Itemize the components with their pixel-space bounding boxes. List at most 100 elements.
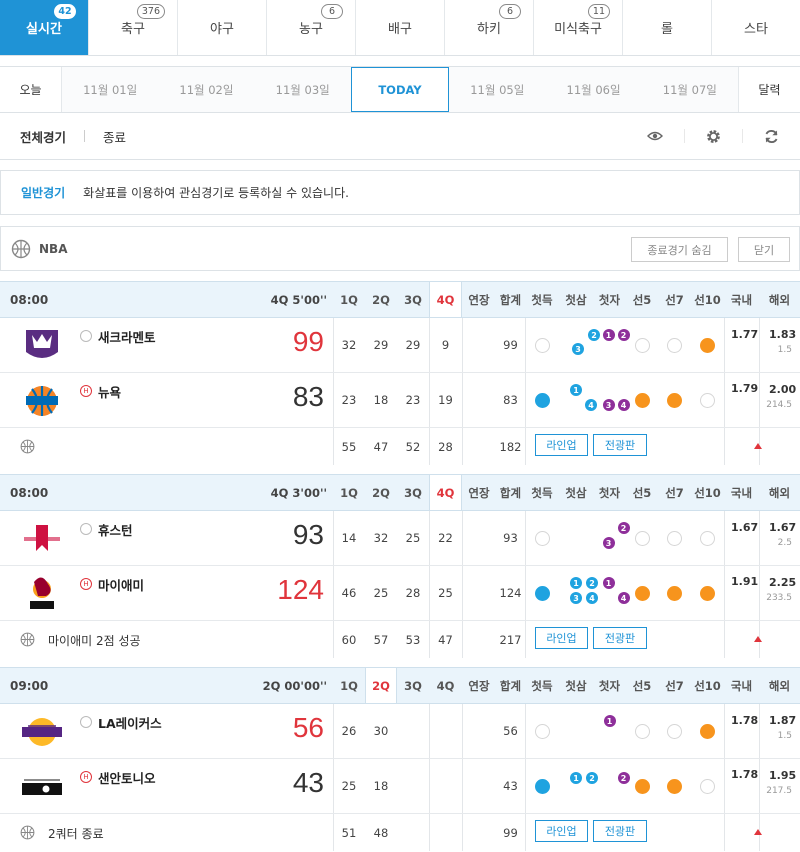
game-block: 09:00 2Q 00'00'' 1Q 2Q 3Q 4Q 연장 합계 첫득 첫삼 첫자 선5 선7 선10…: [0, 667, 800, 851]
column-header: 첫자: [598, 292, 621, 307]
close-league-button[interactable]: 닫기: [738, 237, 790, 262]
result-dot: [534, 337, 550, 353]
date-today-button[interactable]: 오늘: [0, 67, 62, 112]
tab-volleyball[interactable]: 배구: [356, 0, 445, 55]
expand-arrow-icon[interactable]: [754, 829, 762, 835]
cell-divider: [525, 759, 526, 813]
column-header: 2Q: [372, 292, 390, 307]
broadcast-button[interactable]: 전광판: [593, 820, 647, 842]
quarter-sum: 48: [373, 825, 389, 840]
result-dot: [534, 392, 550, 408]
home-away-mark: [80, 330, 92, 342]
tab-baseball[interactable]: 야구: [178, 0, 267, 55]
quarter-score: 26: [341, 724, 357, 738]
game-block: 08:00 4Q 3'00'' 1Q 2Q 3Q 4Q 연장 합계 첫득 첫삼 첫자 선5 선7 선10 국…: [0, 474, 800, 658]
broadcast-button[interactable]: 전광판: [593, 627, 647, 649]
column-header: 해외: [768, 292, 791, 307]
overseas-odds: 1.95: [769, 769, 797, 782]
overtime-score: [462, 759, 496, 813]
quarter-score: 14: [341, 531, 357, 545]
quarter-score: 22: [438, 531, 453, 545]
quarter-score: 25: [373, 586, 389, 600]
quarter-score: 25: [438, 586, 453, 600]
quarter-score: 29: [405, 338, 421, 352]
home-away-mark: H: [80, 578, 92, 590]
column-header: 1Q: [340, 292, 358, 307]
order-badge: 3: [570, 592, 582, 604]
lineup-button[interactable]: 라인업: [535, 820, 588, 842]
result-dot: [667, 778, 682, 794]
game-header-row: 08:00 4Q 5'00'' 1Q 2Q 3Q 4Q 연장 합계 첫득 첫삼 첫자 선5 선7 선10 국…: [0, 282, 800, 318]
column-header: 첫삼: [565, 485, 587, 500]
cell-divider: [759, 566, 760, 620]
quarter-sum: 47: [438, 632, 453, 647]
gear-icon[interactable]: [684, 129, 742, 143]
quarter-score: 23: [341, 393, 357, 407]
game-footer-row: 마이애미 2점 성공 60 57 53 47 217 라인업 전광판: [0, 621, 800, 658]
expand-arrow-icon[interactable]: [754, 443, 762, 449]
game-time: 08:00: [10, 486, 49, 500]
calendar-button[interactable]: 달력: [737, 67, 800, 112]
quarter-sum: [429, 814, 462, 851]
lineup-button[interactable]: 라인업: [535, 627, 588, 649]
team-row[interactable]: H 샌안토니오 43 25 18 43 1 2 2 1.78 1.95 217.5: [0, 759, 800, 814]
overtime-score: [462, 704, 496, 758]
expand-arrow-icon[interactable]: [754, 636, 762, 642]
tab-live[interactable]: 실시간 42: [0, 0, 89, 55]
date-item-today[interactable]: TODAY: [350, 67, 450, 112]
tab-starcraft[interactable]: 스타: [712, 0, 800, 55]
tab-football[interactable]: 미식축구 11: [534, 0, 623, 55]
eye-icon[interactable]: [626, 129, 684, 143]
date-item[interactable]: 11월 02일: [158, 67, 254, 112]
total-score: 83: [503, 393, 518, 407]
overseas-handicap: 2.5: [777, 538, 792, 548]
basketball-icon: [20, 825, 35, 840]
column-header: 선7: [665, 678, 684, 693]
date-item[interactable]: 11월 05일: [449, 67, 545, 112]
filter-all[interactable]: 전체경기: [20, 127, 66, 146]
result-dot: [700, 723, 715, 739]
result-dot: [534, 723, 550, 739]
order-badge: 1: [570, 577, 582, 589]
team-row[interactable]: LA레이커스 56 26 30 56 1 1.78 1.87 1.5: [0, 704, 800, 759]
team-row[interactable]: H 마이애미 124 46 25 28 25 124 1 2 3 4 1 4 1.91 2.25 233.5: [0, 566, 800, 621]
filter-bar: 전체경기 종료: [0, 113, 800, 160]
column-header: 첫득: [531, 292, 553, 307]
quarter-score: 18: [373, 393, 389, 407]
date-item[interactable]: 11월 01일: [62, 67, 158, 112]
domestic-odds: 1.78: [731, 714, 759, 727]
tab-basketball[interactable]: 농구 6: [267, 0, 356, 55]
broadcast-button[interactable]: 전광판: [593, 434, 647, 456]
team-name: 마이애미: [98, 578, 145, 593]
cell-divider: [525, 373, 526, 427]
team-row[interactable]: 새크라멘토 99 32 29 29 9 99 2 3 1 2 1.77 1.83 1.5: [0, 318, 800, 373]
sport-tabs: 실시간 42 축구 376 야구 농구 6 배구 하키 6 미식축구 11 롤 스타: [0, 0, 800, 56]
game-block: 08:00 4Q 5'00'' 1Q 2Q 3Q 4Q 연장 합계 첫득 첫삼 첫자 선5 선7 선10 국…: [0, 281, 800, 465]
quarter-score: 29: [373, 338, 389, 352]
lineup-button[interactable]: 라인업: [535, 434, 588, 456]
cell-divider: [525, 428, 526, 465]
filter-finished[interactable]: 종료: [103, 127, 126, 146]
column-header: 선5: [632, 485, 652, 500]
hide-finished-button[interactable]: 종료경기 숨김: [631, 237, 728, 262]
date-item[interactable]: 11월 07일: [642, 67, 738, 112]
team-score: 124: [277, 574, 324, 605]
date-item[interactable]: 11월 03일: [255, 67, 351, 112]
date-item[interactable]: 11월 06일: [545, 67, 641, 112]
team-row[interactable]: H 뉴욕 83 23 18 23 19 83 1 4 3 4 1.79 2.00 214.5: [0, 373, 800, 428]
tab-hockey[interactable]: 하키 6: [445, 0, 534, 55]
overseas-handicap: 233.5: [766, 593, 792, 603]
tab-soccer[interactable]: 축구 376: [89, 0, 178, 55]
home-away-mark: H: [80, 771, 92, 783]
cell-divider: [525, 318, 526, 372]
team-row[interactable]: 휴스턴 93 14 32 25 22 93 2 3 1.67 1.67 2.5: [0, 511, 800, 566]
tab-lol[interactable]: 롤: [623, 0, 712, 55]
refresh-icon[interactable]: [742, 129, 800, 143]
quarter-score: 30: [373, 724, 389, 738]
result-dot: [667, 585, 682, 601]
cell-divider: [759, 704, 760, 758]
result-dot: [534, 778, 550, 794]
quarter-sum: 55: [341, 439, 357, 454]
notice-bar: 일반경기 화살표를 이용하여 관심경기로 등록하실 수 있습니다.: [0, 170, 800, 215]
quarter-score: [429, 704, 462, 758]
